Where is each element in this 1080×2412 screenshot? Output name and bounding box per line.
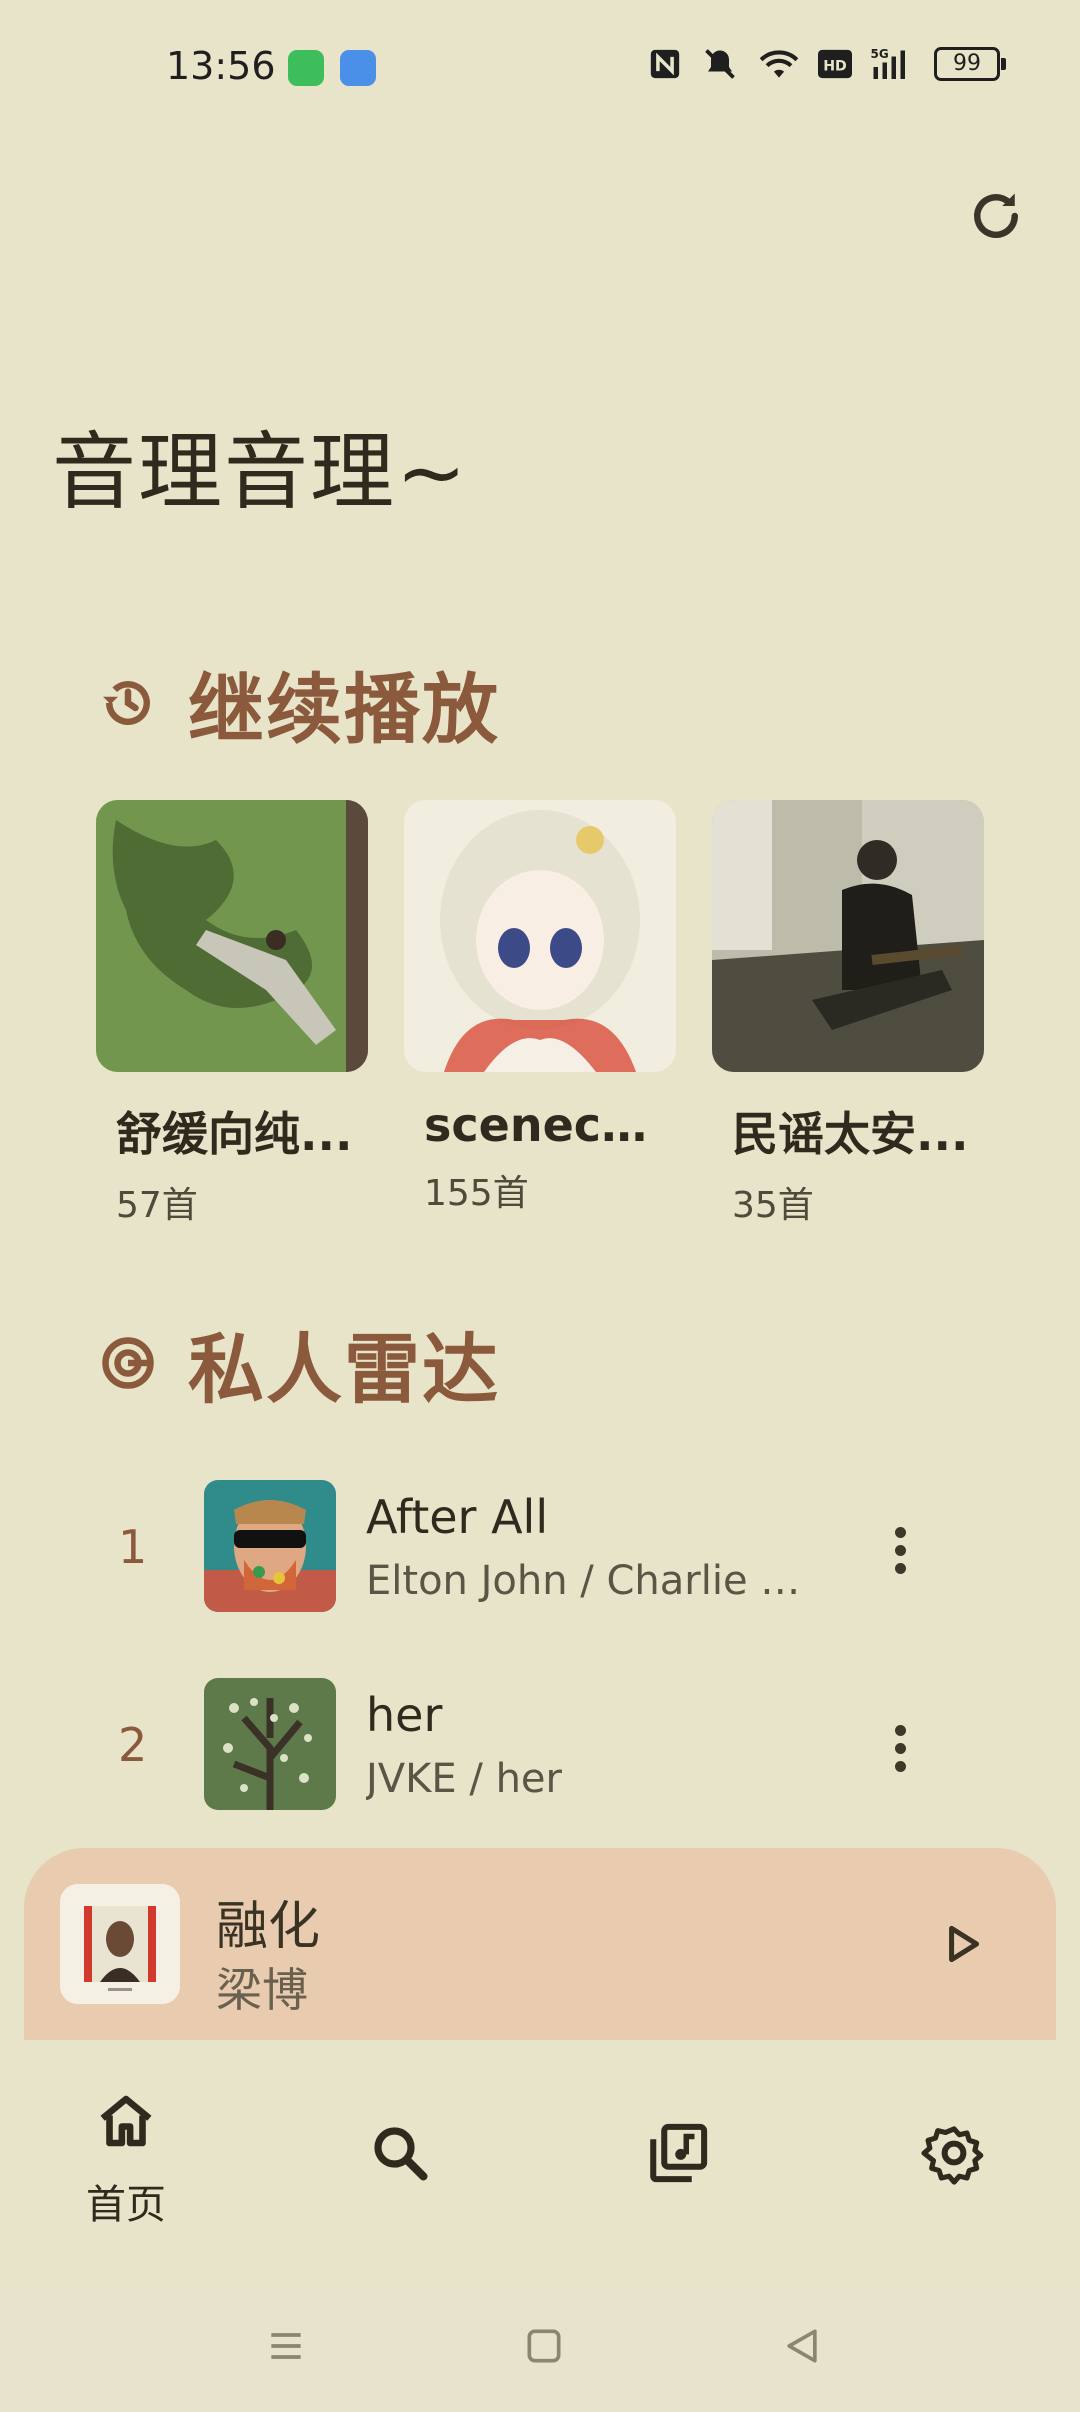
hd-icon: HD <box>818 49 852 79</box>
home-icon <box>100 2095 152 2147</box>
mini-player-artist: 梁博 <box>216 1963 308 2017</box>
more-vert-icon <box>894 1724 906 1736</box>
playlist-cover <box>404 800 676 1072</box>
radar-section-title: 私人雷达 <box>188 1325 500 1414</box>
nav-settings[interactable] <box>874 2120 1034 2186</box>
signal-5g-icon: 5G <box>871 47 905 79</box>
playlist-count: 155首 <box>424 1173 529 1214</box>
track-row[interactable]: 2 her JVKE / her <box>0 1678 1080 1818</box>
playlist-count: 35首 <box>732 1185 814 1226</box>
continue-section-header: 继续播放 <box>98 648 500 758</box>
mini-player-title: 融化 <box>216 1897 321 1957</box>
radar-icon <box>102 1337 154 1389</box>
radar-section-header: 私人雷达 <box>98 1308 500 1418</box>
playlist-card[interactable]: 舒缓向纯... 57首 <box>96 800 368 1228</box>
play-button[interactable] <box>924 1906 1000 1982</box>
weather-icon <box>340 50 376 86</box>
system-menu-button[interactable] <box>264 2324 308 2372</box>
battery-indicator: 99 <box>934 47 1006 81</box>
search-icon <box>374 2127 428 2181</box>
nfc-icon <box>650 49 680 79</box>
settings-icon <box>921 2126 984 2185</box>
track-cover <box>204 1480 336 1612</box>
continue-cards: 舒缓向纯... 57首 sceneco... 155首 民谣太安... 35首 <box>96 800 984 1228</box>
playlist-count: 57首 <box>116 1185 198 1226</box>
nav-home-label: 首页 <box>86 2182 166 2228</box>
track-subtitle: JVKE / her <box>366 1756 562 1802</box>
nav-library[interactable] <box>598 2120 758 2186</box>
wifi-icon <box>759 50 799 78</box>
more-vert-icon <box>894 1526 906 1538</box>
track-rank: 1 <box>118 1520 148 1574</box>
library-icon <box>650 2123 708 2183</box>
square-icon <box>527 2329 561 2363</box>
playlist-title: sceneco... <box>424 1098 664 1152</box>
messages-icon <box>288 50 324 86</box>
menu-icon <box>271 2333 301 2359</box>
svg-text:5G: 5G <box>871 47 889 61</box>
continue-section-title: 继续播放 <box>188 665 500 754</box>
playlist-card[interactable]: 民谣太安... 35首 <box>712 800 984 1228</box>
nav-home[interactable]: 首页 <box>46 2088 206 2230</box>
track-rank: 2 <box>118 1718 148 1772</box>
play-icon <box>949 1925 980 1963</box>
back-triangle-icon <box>787 2329 817 2363</box>
mute-icon <box>705 49 735 79</box>
playlist-title: 民谣太安... <box>732 1107 969 1161</box>
mini-player-cover <box>60 1884 180 2004</box>
mini-player[interactable]: 融化 梁博 <box>24 1848 1056 2040</box>
bottom-nav: 首页 <box>0 2040 1080 2280</box>
track-title: After All <box>366 1490 549 1544</box>
playlist-cover <box>96 800 368 1072</box>
more-options-button[interactable] <box>870 1708 930 1788</box>
system-back-button[interactable] <box>780 2324 824 2372</box>
playlist-card[interactable]: sceneco... 155首 <box>404 800 676 1228</box>
track-row[interactable]: 1 After All Elton John / Charlie P... <box>0 1480 1080 1620</box>
track-cover <box>204 1678 336 1810</box>
track-title: her <box>366 1688 443 1742</box>
playlist-title: 舒缓向纯... <box>116 1107 353 1161</box>
system-nav-bar <box>0 2280 1080 2412</box>
page-title: 音理音理~ <box>52 423 469 521</box>
refresh-button[interactable] <box>960 180 1032 252</box>
track-subtitle: Elton John / Charlie P... <box>366 1558 816 1604</box>
more-options-button[interactable] <box>870 1510 930 1590</box>
system-home-button[interactable] <box>522 2324 566 2372</box>
status-icons: HD 5G 99 <box>648 46 1006 82</box>
playlist-cover <box>712 800 984 1072</box>
status-time: 13:56 <box>166 44 276 88</box>
nav-search[interactable] <box>320 2120 480 2186</box>
svg-text:HD: HD <box>823 58 847 74</box>
status-bar: 13:56 HD 5G 99 <box>0 0 1080 140</box>
refresh-icon <box>974 193 1018 238</box>
history-icon <box>103 681 150 725</box>
